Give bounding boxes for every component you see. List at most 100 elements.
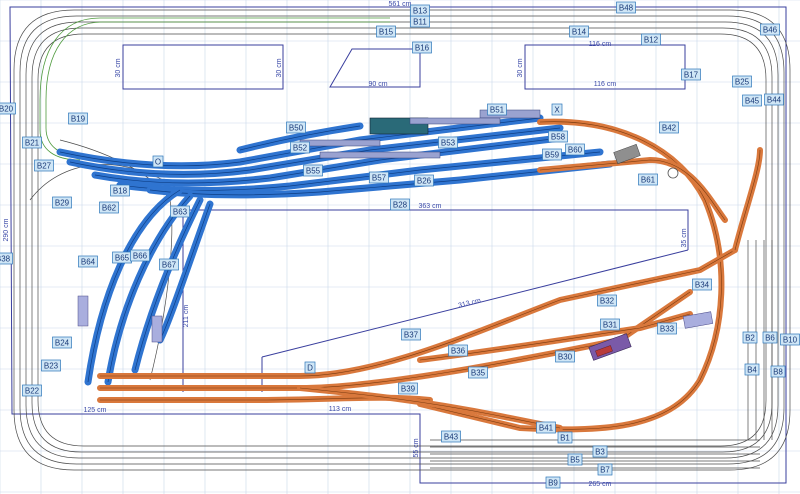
block-label-b4[interactable]: B4 <box>744 363 760 376</box>
block-label-b66[interactable]: B66 <box>130 249 150 262</box>
block-label-b29[interactable]: B29 <box>52 196 72 209</box>
block-label-b27[interactable]: B27 <box>34 159 54 172</box>
block-label-b8[interactable]: B8 <box>770 365 786 378</box>
block-label-b61[interactable]: B61 <box>638 173 658 186</box>
block-label-b9[interactable]: B9 <box>545 476 561 489</box>
block-label-b44[interactable]: B44 <box>764 93 784 106</box>
block-label-b37[interactable]: B37 <box>401 328 421 341</box>
block-label-b5[interactable]: B5 <box>567 453 583 466</box>
block-label-b41[interactable]: B41 <box>536 421 556 434</box>
block-label-b7[interactable]: B7 <box>597 463 613 476</box>
block-label-text: B55 <box>306 167 321 176</box>
block-label-b23[interactable]: B23 <box>41 359 61 372</box>
block-label-text: B4 <box>747 366 757 375</box>
block-label-x[interactable]: X <box>551 103 563 116</box>
block-label-text: B21 <box>25 139 40 148</box>
block-label-b43[interactable]: B43 <box>441 430 461 443</box>
block-label-b63[interactable]: B63 <box>170 205 190 218</box>
block-label-b15[interactable]: B15 <box>376 25 396 38</box>
block-label-b38[interactable]: B38 <box>0 252 13 265</box>
block-label-b53[interactable]: B53 <box>438 136 458 149</box>
block-label-b48[interactable]: B48 <box>616 1 636 14</box>
block-label-b3[interactable]: B3 <box>592 445 608 458</box>
block-label-b16[interactable]: B16 <box>412 41 432 54</box>
block-label-b55[interactable]: B55 <box>303 164 323 177</box>
block-label-b33[interactable]: B33 <box>657 322 677 335</box>
block-label-o[interactable]: O <box>152 155 164 168</box>
block-label-b46[interactable]: B46 <box>760 23 780 36</box>
block-label-b32[interactable]: B32 <box>597 294 617 307</box>
block-label-b30[interactable]: B30 <box>555 350 575 363</box>
block-label-b11[interactable]: B11 <box>410 15 430 28</box>
block-label-b13[interactable]: B13 <box>410 4 430 17</box>
block-label-b24[interactable]: B24 <box>52 336 72 349</box>
block-label-text: B22 <box>25 387 40 396</box>
dimension-label: 363 cm <box>419 203 442 210</box>
block-label-b50[interactable]: B50 <box>286 121 306 134</box>
block-label-text: B37 <box>404 331 419 340</box>
block-label-text: B63 <box>173 208 188 217</box>
block-label-b62[interactable]: B62 <box>99 201 119 214</box>
block-label-text: B39 <box>401 385 416 394</box>
block-label-b42[interactable]: B42 <box>659 121 679 134</box>
dimension-label: 30 cm <box>115 58 122 77</box>
block-label-b28[interactable]: B28 <box>390 198 410 211</box>
dimension-label: 113 cm <box>329 406 352 413</box>
block-label-text: B14 <box>572 28 587 37</box>
block-label-text: X <box>554 106 560 115</box>
wagon-row <box>319 151 441 159</box>
block-label-b25[interactable]: B25 <box>732 75 752 88</box>
block-label-text: B31 <box>603 321 618 330</box>
block-label-text: B60 <box>568 146 583 155</box>
block-label-text: B1 <box>560 434 570 443</box>
block-label-b14[interactable]: B14 <box>569 25 589 38</box>
block-label-b52[interactable]: B52 <box>290 141 310 154</box>
block-label-text: B15 <box>379 28 394 37</box>
block-label-text: B38 <box>0 255 11 264</box>
block-label-b58[interactable]: B58 <box>548 130 568 143</box>
block-label-b21[interactable]: B21 <box>22 136 42 149</box>
block-label-d[interactable]: D <box>304 361 316 374</box>
block-label-b36[interactable]: B36 <box>448 344 468 357</box>
block-label-b35[interactable]: B35 <box>468 366 488 379</box>
dimension-label: 116 cm <box>589 41 612 48</box>
block-label-text: B33 <box>660 325 675 334</box>
block-label-b18[interactable]: B18 <box>110 184 130 197</box>
block-label-text: B25 <box>735 78 750 87</box>
block-label-text: B48 <box>619 4 634 13</box>
block-label-b57[interactable]: B57 <box>369 171 389 184</box>
block-label-b22[interactable]: B22 <box>22 384 42 397</box>
dimension-label: 290 cm <box>3 218 10 241</box>
block-label-b34[interactable]: B34 <box>692 278 712 291</box>
block-label-b6[interactable]: B6 <box>762 331 778 344</box>
block-label-text: B13 <box>413 7 428 16</box>
block-label-text: B67 <box>162 261 177 270</box>
block-label-b67[interactable]: B67 <box>159 258 179 271</box>
block-label-b20[interactable]: B20 <box>0 102 16 115</box>
block-label-text: B26 <box>417 177 432 186</box>
block-label-b65[interactable]: B65 <box>112 251 132 264</box>
block-label-text: B20 <box>0 105 14 114</box>
block-label-b59[interactable]: B59 <box>542 148 562 161</box>
block-label-text: B50 <box>289 124 304 133</box>
block-label-b1[interactable]: B1 <box>557 431 573 444</box>
block-label-b12[interactable]: B12 <box>641 33 661 46</box>
block-label-b17[interactable]: B17 <box>681 68 701 81</box>
block-label-b64[interactable]: B64 <box>78 255 98 268</box>
block-label-text: B11 <box>413 18 427 27</box>
block-label-b26[interactable]: B26 <box>414 174 434 187</box>
block-label-b31[interactable]: B31 <box>600 318 620 331</box>
block-label-text: B62 <box>102 204 117 213</box>
block-label-b10[interactable]: B10 <box>780 333 800 346</box>
block-label-text: O <box>155 158 161 167</box>
block-label-b51[interactable]: B51 <box>487 103 507 116</box>
block-label-b2[interactable]: B2 <box>742 331 758 344</box>
dimension-label: 125 cm <box>84 407 107 414</box>
block-label-b45[interactable]: B45 <box>742 94 762 107</box>
block-label-text: B66 <box>133 252 148 261</box>
block-label-text: B36 <box>451 347 466 356</box>
block-label-b60[interactable]: B60 <box>565 143 585 156</box>
block-label-text: B12 <box>644 36 659 45</box>
block-label-b19[interactable]: B19 <box>68 112 88 125</box>
block-label-b39[interactable]: B39 <box>398 382 418 395</box>
